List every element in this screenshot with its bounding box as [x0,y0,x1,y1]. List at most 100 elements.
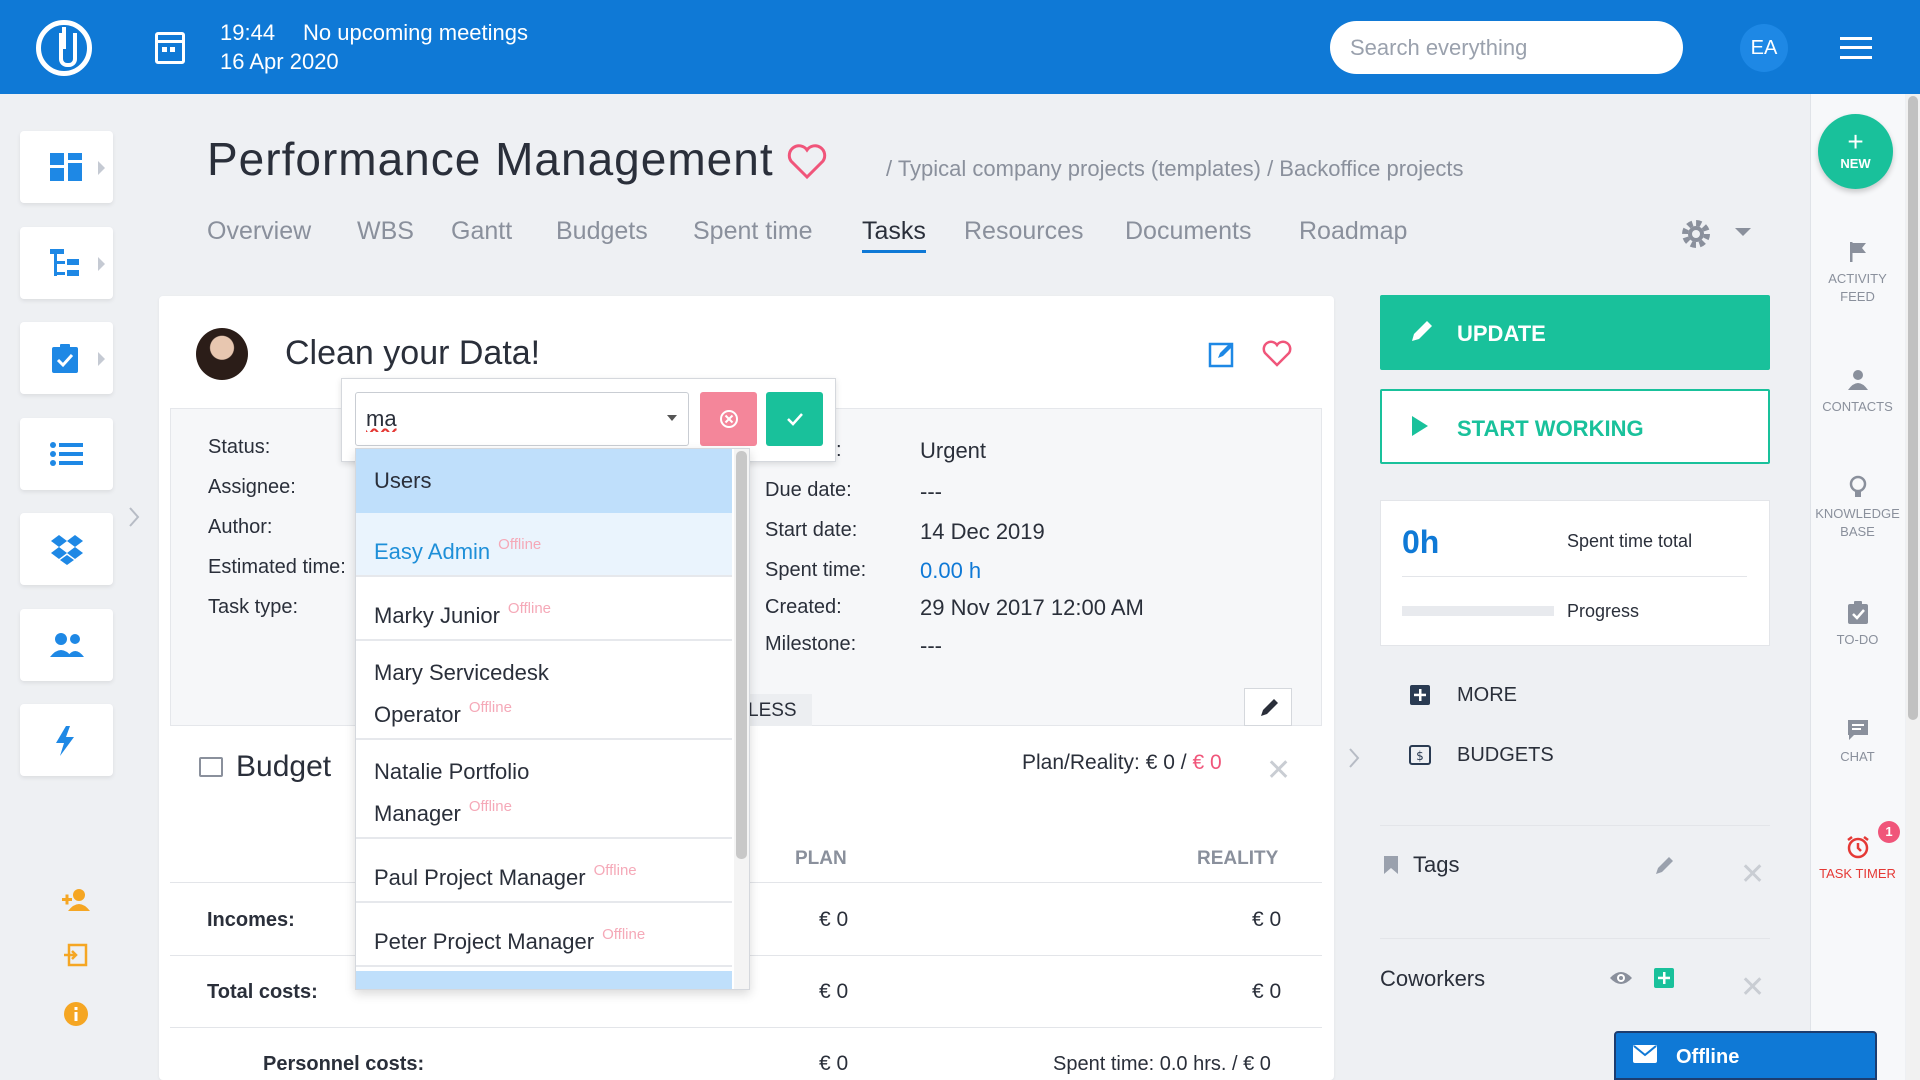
spent-time-card [1380,500,1770,646]
sidebar-projects-button[interactable] [20,227,113,299]
tags-label: Tags [1413,852,1460,877]
tab-overview[interactable]: Overview [207,217,311,246]
tab-budgets[interactable]: Budgets [556,217,648,246]
activity-feed-label-1: ACTIVITY [1828,271,1887,286]
close-tags-icon[interactable]: ✕ [1740,857,1765,892]
collapse-right-panel-icon[interactable] [1347,747,1361,769]
pencil-icon [1412,321,1432,341]
sidebar-dropbox-button[interactable] [20,513,113,585]
tab-spent-time[interactable]: Spent time [693,217,813,246]
play-icon [1412,416,1428,436]
calendar-icon[interactable] [155,32,185,64]
tab-gantt[interactable]: Gantt [451,217,512,246]
page-scrollbar-thumb[interactable] [1908,96,1918,720]
gear-icon[interactable] [1680,218,1712,250]
plus-square-icon [1410,685,1430,705]
assignee-label: Assignee: [208,476,296,498]
edit-icon[interactable] [1208,340,1236,368]
chevron-down-icon[interactable] [1735,228,1751,238]
bookmark-icon [1384,856,1398,874]
expand-arrow-icon [98,161,105,175]
sidebar-users-button[interactable] [20,609,113,681]
option-natalie-portfolio-manager[interactable]: Natalie Portfolio Manager Offline [356,740,732,839]
chat-label: CHAT [1840,749,1875,764]
start-working-button[interactable]: START WORKING [1380,389,1770,464]
search-input[interactable] [1330,21,1683,74]
chat-button[interactable]: CHAT [1810,718,1905,766]
assignee-search-input[interactable] [355,392,689,446]
tab-wbs[interactable]: WBS [357,217,414,246]
plan-reality-summary: Plan/Reality: € 0 / € 0 [1022,751,1222,775]
task-author-avatar [196,328,248,380]
personnel-costs-reality[interactable]: Spent time: 0.0 hrs. / € 0 [1053,1053,1271,1076]
start-date-value[interactable]: 14 Dec 2019 [920,519,1045,545]
edit-tags-icon[interactable] [1654,856,1674,876]
new-button[interactable]: + NEW [1818,114,1893,189]
contact-person-icon [1847,370,1868,390]
hamburger-menu-icon[interactable] [1840,37,1872,59]
lightning-icon [56,726,74,756]
group-header-users: Users [356,449,732,513]
user-avatar[interactable]: EA [1740,24,1788,72]
tab-roadmap[interactable]: Roadmap [1299,217,1407,246]
activity-feed-button[interactable]: ACTIVITY FEED [1810,240,1905,306]
sidebar-actions-button[interactable] [20,704,113,776]
option-name: Paul Project Manager [374,865,586,890]
todo-button[interactable]: TO-DO [1810,601,1905,649]
budgets-link[interactable]: BUDGETS [1457,744,1554,767]
meetings-status[interactable]: No upcoming meetings [303,20,528,46]
collapse-sidebar-icon[interactable] [127,506,141,528]
option-paul-project-manager[interactable]: Paul Project Manager Offline [356,839,732,903]
sidebar-list-button[interactable] [20,418,113,490]
add-user-icon[interactable] [62,888,90,912]
priority-value[interactable]: Urgent [920,438,986,464]
spent-time-value[interactable]: 0.00 h [920,558,981,584]
total-costs-label: Total costs: [207,981,318,1003]
todo-label: TO-DO [1836,632,1879,647]
sidebar-tasks-button[interactable] [20,322,113,394]
dashboard-icon [50,153,82,181]
milestone-value[interactable]: --- [920,633,942,659]
favorite-heart-icon[interactable] [786,143,828,181]
divider [170,1027,1322,1028]
task-favorite-heart-icon[interactable] [1261,340,1293,368]
incomes-plan: € 0 [819,908,849,931]
confirm-button[interactable] [766,392,823,446]
dropdown-caret-icon[interactable] [667,415,677,421]
tab-documents[interactable]: Documents [1125,217,1251,246]
eye-icon[interactable] [1609,970,1633,986]
option-marky-junior[interactable]: Marky Junior Offline [356,577,732,641]
info-icon[interactable] [63,1001,89,1027]
dropdown-scrollbar-thumb[interactable] [736,451,747,859]
edit-attributes-button[interactable] [1244,688,1292,726]
project-tree-icon [50,249,79,276]
sidebar-dashboard-button[interactable] [20,131,113,203]
knowledge-base-button[interactable]: KNOWLEDGE BASE [1810,475,1905,541]
update-label: UPDATE [1457,321,1546,346]
close-budget-icon[interactable]: ✕ [1266,753,1291,788]
plan-reality-value: € 0 [1192,751,1222,774]
option-mary-servicedesk-operator[interactable]: Mary Servicedesk Operator Offline [356,641,732,740]
more-link[interactable]: MORE [1457,684,1517,707]
app-logo-icon[interactable] [36,20,92,76]
contacts-button[interactable]: CONTACTS [1810,368,1905,416]
current-time: 19:44 [220,20,276,45]
status-label: Status: [208,436,271,458]
option-peter-project-manager[interactable]: Peter Project Manager Offline [356,903,732,967]
add-coworker-icon[interactable] [1654,968,1674,988]
tab-tasks[interactable]: Tasks [862,217,926,253]
tab-resources[interactable]: Resources [964,217,1084,246]
start-date-label: Start date: [765,519,858,541]
cancel-button[interactable] [700,392,757,446]
reality-column-header: REALITY [1197,848,1279,869]
due-date-value[interactable]: --- [920,479,942,505]
update-button[interactable]: UPDATE [1380,295,1770,370]
chat-status-label: Offline [1676,1046,1740,1068]
alarm-clock-icon [1846,836,1869,859]
logout-icon[interactable] [64,943,88,967]
incomes-label: Incomes: [207,909,295,931]
milestone-label: Milestone: [765,633,857,655]
breadcrumb[interactable]: / Typical company projects (templates) /… [886,156,1464,182]
close-coworkers-icon[interactable]: ✕ [1740,970,1765,1005]
option-easy-admin[interactable]: Easy Admin Offline [356,513,732,577]
